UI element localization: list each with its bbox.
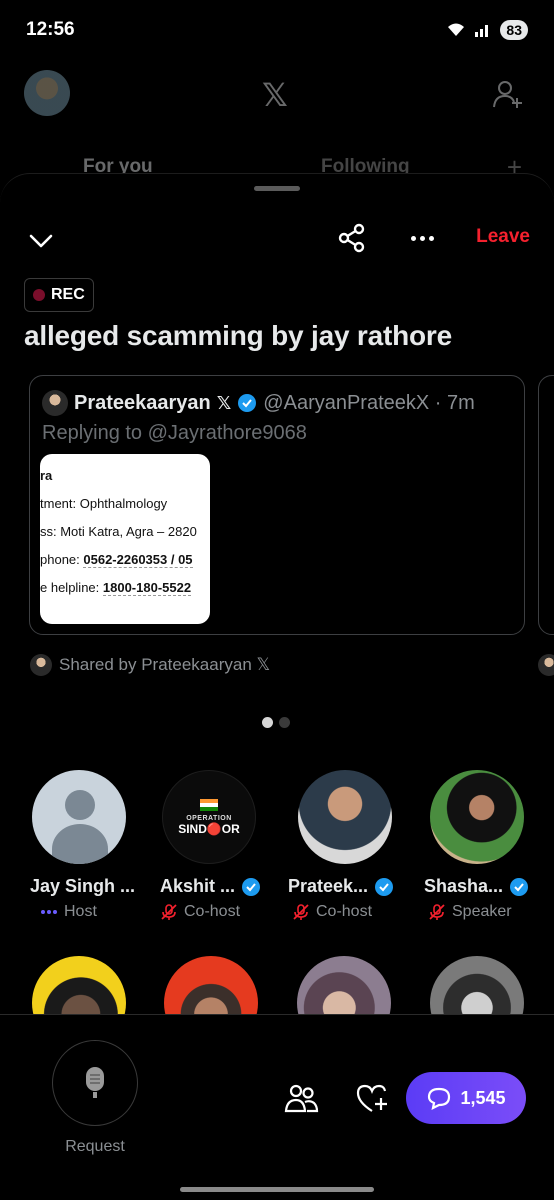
image-text-line: e helpline: 1800-180-5522 <box>40 580 192 596</box>
shared-by-label: Shared by Prateekaaryan 𝕏 <box>59 655 271 674</box>
image-text-line: tment: Ophthalmology <box>40 496 168 511</box>
tweet-handle: @AaryanPrateekX · 7m <box>263 391 475 414</box>
share-icon[interactable] <box>336 222 368 254</box>
replying-to: Replying to @Jayrathore9068 <box>42 422 307 444</box>
participant-role: Speaker <box>452 903 512 920</box>
x-logo-icon: 𝕏 <box>262 77 288 113</box>
record-dot-icon <box>33 289 45 301</box>
leave-button[interactable]: Leave <box>476 226 530 248</box>
avatar[interactable] <box>42 390 68 416</box>
participant[interactable]: Jay Singh ... Host <box>30 770 160 921</box>
participant-name: Prateek... <box>288 876 369 896</box>
bottom-action-bar: Request 1,545 <box>0 1014 554 1200</box>
participant-name: Akshit ... <box>160 876 236 896</box>
image-text-line: ra <box>40 468 53 483</box>
request-label: Request <box>65 1138 125 1155</box>
more-options-icon[interactable] <box>406 222 438 254</box>
status-time: 12:56 <box>26 19 75 40</box>
participant-role: Host <box>64 903 97 920</box>
pinned-tweet-card[interactable]: Prateekaaryan 𝕏 @AaryanPrateekX · 7m Rep… <box>29 375 525 635</box>
image-text-line: phone: 0562-2260353 / 05 <box>40 552 193 568</box>
participant[interactable]: Shasha... Speaker <box>424 770 554 921</box>
heart-plus-icon[interactable] <box>354 1081 390 1117</box>
flag-icon <box>200 798 218 811</box>
carousel-pager[interactable] <box>262 717 290 728</box>
chat-bubble-icon <box>428 1087 451 1110</box>
recording-badge: REC <box>24 278 94 312</box>
verified-badge-icon <box>242 877 261 896</box>
participant-role: Co-host <box>184 903 241 920</box>
tweet-header: Prateekaaryan 𝕏 @AaryanPrateekX · 7m <box>42 390 475 416</box>
background-timeline-header: 𝕏 For you Following + <box>0 60 554 190</box>
speaking-dots-icon <box>41 910 57 914</box>
rec-label: REC <box>51 286 85 303</box>
pager-dot-active[interactable] <box>262 717 273 728</box>
avatar[interactable] <box>430 770 524 864</box>
status-bar: 12:56 83 <box>0 0 554 60</box>
participant-role: Co-host <box>316 903 373 920</box>
shared-by: Shared by Prateekaaryan 𝕏 <box>30 654 270 676</box>
wifi-icon <box>448 23 465 36</box>
signal-icon <box>475 25 489 37</box>
participant-name: Jay Singh ... <box>30 876 136 896</box>
participant[interactable]: OPERATION SIND🔴OR Akshit ... Co-host <box>160 770 290 921</box>
verified-badge-icon <box>238 394 257 412</box>
verified-badge-icon <box>375 877 394 896</box>
request-mic-button[interactable] <box>52 1040 138 1126</box>
sheet-toolbar: Leave <box>0 220 554 260</box>
mic-muted-icon <box>293 904 309 920</box>
participant-name: Shasha... <box>424 876 504 896</box>
verified-badge-icon <box>510 877 529 896</box>
comment-count: 1,545 <box>460 1087 506 1108</box>
pager-dot[interactable] <box>279 717 290 728</box>
add-user-icon <box>493 81 522 108</box>
avatar[interactable] <box>32 770 126 864</box>
avatar <box>538 654 554 676</box>
people-icon[interactable] <box>284 1081 320 1117</box>
tweet-author-name[interactable]: Prateekaaryan <box>74 392 211 415</box>
mention-link[interactable]: @Jayrathore9068 <box>148 422 307 444</box>
comments-button[interactable]: 1,545 <box>406 1072 526 1124</box>
avatar <box>30 654 52 676</box>
x-badge-icon: 𝕏 <box>216 392 232 413</box>
next-tweet-card[interactable] <box>538 375 554 635</box>
microphone-icon <box>86 1067 104 1098</box>
status-icons: 83 <box>446 20 528 40</box>
avatar <box>24 70 70 116</box>
mic-muted-icon <box>161 904 177 920</box>
participant[interactable]: Prateek... Co-host <box>288 770 426 921</box>
home-indicator <box>180 1187 374 1192</box>
tweet-image[interactable]: ra tment: Ophthalmology ss: Moti Katra, … <box>40 454 210 624</box>
drag-handle[interactable] <box>254 186 300 191</box>
mic-muted-icon <box>429 904 445 920</box>
avatar[interactable]: OPERATION SIND🔴OR <box>162 770 256 864</box>
space-title: alleged scamming by jay rathore <box>24 320 452 351</box>
image-text-line: ss: Moti Katra, Agra – 2820 <box>40 524 197 539</box>
avatar[interactable] <box>298 770 392 864</box>
chevron-down-icon[interactable] <box>26 226 56 256</box>
battery-indicator: 83 <box>500 20 528 40</box>
